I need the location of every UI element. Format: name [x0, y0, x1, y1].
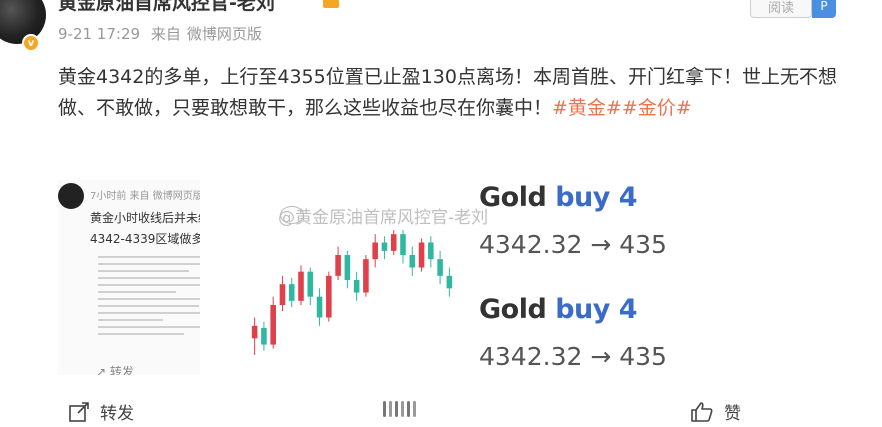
image-trade-cards[interactable]: Gold buy 4 4342.32 → 435 Gold buy 4 4342…	[463, 180, 668, 375]
candle-body	[418, 242, 425, 268]
post-text: 黄金4342的多单，上行至4355位置已止盈130点离场！本周首胜、开门红拿下！…	[58, 66, 837, 119]
candle-body	[363, 259, 369, 293]
hashtag-gold-price[interactable]: #金价#	[622, 97, 692, 119]
candle-body	[400, 234, 406, 255]
candle-body	[307, 271, 314, 297]
title-buy-2: buy 4	[555, 294, 638, 325]
watermark: @黄金原油首席风控官-老刘	[278, 208, 489, 228]
candle-body	[446, 275, 453, 289]
title-buy-1: buy 4	[555, 182, 638, 213]
trade-card-title-1: Gold buy 4	[479, 182, 638, 213]
candle-body	[428, 242, 434, 260]
member-badge-icon	[323, 0, 339, 8]
like-button[interactable]: 赞	[690, 399, 741, 424]
trade-card-title-2: Gold buy 4	[479, 294, 638, 325]
like-label: 赞	[724, 404, 741, 424]
username[interactable]: 黄金原油首席风控官-老刘	[58, 0, 275, 15]
candle-body	[270, 305, 276, 345]
candle-body	[316, 296, 323, 318]
candle-body	[261, 327, 267, 345]
candle-body	[298, 271, 304, 301]
candle-body	[251, 325, 258, 339]
read-side-button[interactable]: P	[812, 0, 836, 18]
read-button[interactable]: 阅读	[750, 0, 812, 18]
candle-body	[353, 280, 360, 293]
mini-avatar	[58, 183, 84, 209]
post-content: 黄金4342的多单，上行至4355位置已止盈130点离场！本周首胜、开门红拿下！…	[58, 62, 868, 124]
candle-body	[288, 284, 295, 301]
thumbs-up-icon	[691, 401, 713, 422]
mini-repost-link: ↗ 转发	[96, 363, 134, 375]
mini-repost-label: 转发	[109, 365, 134, 375]
repost-label: 转发	[100, 404, 134, 424]
comment-button[interactable]	[383, 401, 416, 417]
candle-body	[335, 255, 341, 276]
candle-body	[344, 255, 351, 280]
candle-body	[390, 234, 397, 251]
post-footer: 转发 赞	[0, 395, 882, 425]
trade-card-price-2: 4342.32 → 435	[479, 342, 667, 371]
candle-body	[372, 242, 378, 260]
title-gold-2: Gold	[479, 294, 556, 325]
post-source[interactable]: 微博网页版	[187, 25, 262, 43]
candle-body	[409, 255, 416, 268]
repost-icon	[69, 401, 89, 422]
repost-button[interactable]: 转发	[68, 399, 134, 424]
mini-meta: 7小时前 来自 微博网页版	[90, 191, 203, 202]
post-meta: 9-21 17:29 来自 微博网页版	[58, 23, 268, 44]
verified-badge-icon: v	[22, 34, 40, 52]
trade-card-price-1: 4342.32 → 435	[479, 230, 667, 259]
candle-body	[437, 259, 443, 276]
title-gold-1: Gold	[479, 182, 556, 213]
source-prefix: 来自	[150, 25, 181, 43]
candle-body	[326, 275, 332, 318]
post-time[interactable]: 9-21 17:29	[58, 25, 140, 43]
candle-body	[279, 284, 286, 305]
candle-body	[381, 242, 388, 251]
hashtag-gold[interactable]: #黄金#	[552, 97, 622, 119]
